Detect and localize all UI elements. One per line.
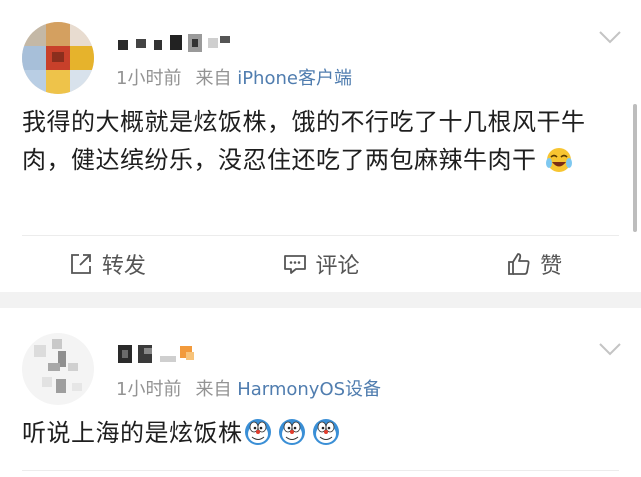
comment-button[interactable]: 评论 [214, 248, 428, 280]
post-text: 听说上海的是炫饭株 [22, 419, 243, 447]
comment-icon [283, 255, 306, 274]
repost-label: 转发 [101, 254, 146, 279]
post-content: 听说上海的是炫饭株 [22, 414, 617, 452]
post-time: 1小时前 [116, 68, 182, 89]
post-time: 1小时前 [116, 379, 182, 400]
username[interactable] [112, 30, 242, 54]
source-prefix: 来自 [195, 379, 232, 400]
post-content: 我得的大概就是炫饭株，饿的不行吃了十几根风干牛肉，健达缤纷乐，没忍住还吃了两包麻… [22, 103, 617, 179]
like-label: 赞 [540, 254, 563, 279]
source-client-link[interactable]: HarmonyOS设备 [237, 379, 381, 400]
thumbs-up-icon [508, 253, 530, 275]
username[interactable] [116, 342, 216, 366]
avatar[interactable] [22, 22, 94, 94]
repost-button[interactable]: 转发 [0, 248, 214, 280]
chevron-down-icon[interactable] [597, 336, 623, 362]
like-button[interactable]: 赞 [427, 248, 641, 280]
post-card: 1小时前 来自 iPhone客户端 我得的大概就是炫饭株，饿的不行吃了十几根风干牛… [0, 0, 641, 292]
scrollbar[interactable] [633, 104, 637, 232]
divider [22, 470, 619, 471]
avatar[interactable] [22, 333, 94, 405]
post-text: 我得的大概就是炫饭株，饿的不行吃了十几根风干牛肉，健达缤纷乐，没忍住还吃了两包麻… [22, 108, 586, 174]
post-card: 1小时前 来自 HarmonyOS设备 听说上海的是炫饭株 [0, 308, 641, 477]
source-prefix: 来自 [195, 68, 232, 89]
doge-emoji-icon [277, 417, 307, 447]
post-actions: 转发 评论 赞 [0, 236, 641, 292]
chevron-down-icon[interactable] [597, 24, 623, 50]
source-client-link[interactable]: iPhone客户端 [237, 68, 352, 89]
post-meta: 1小时前 来自 iPhone客户端 [116, 64, 352, 90]
post-meta: 1小时前 来自 HarmonyOS设备 [116, 375, 381, 401]
doge-emoji-icon [311, 417, 341, 447]
post-separator [0, 292, 641, 308]
share-icon [70, 254, 91, 274]
laugh-cry-emoji-icon [545, 146, 573, 174]
comment-label: 评论 [315, 254, 360, 279]
doge-emoji-icon [243, 417, 273, 447]
